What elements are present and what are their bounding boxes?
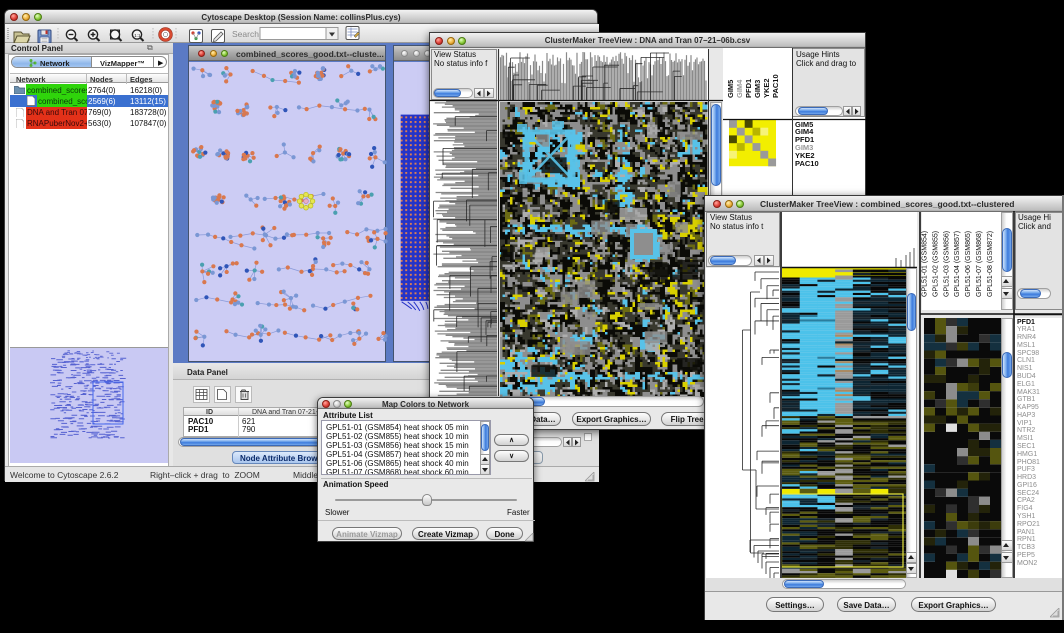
svg-text:GPL51-08 (GSM872): GPL51-08 (GSM872) bbox=[987, 231, 994, 297]
svg-text:GPL51-01 (GSM854): GPL51-01 (GSM854) bbox=[922, 231, 929, 297]
svg-text:GPL51-06 (GSM865): GPL51-06 (GSM865) bbox=[965, 231, 972, 297]
svg-text:GPL51-07 (GSM868): GPL51-07 (GSM868) bbox=[976, 231, 983, 297]
svg-text:GPL51-03 (GSM856): GPL51-03 (GSM856) bbox=[943, 231, 950, 297]
svg-text:GPL51-04 (GSM857): GPL51-04 (GSM857) bbox=[954, 231, 961, 297]
svg-text:GPL51-02 (GSM855): GPL51-02 (GSM855) bbox=[932, 231, 939, 297]
